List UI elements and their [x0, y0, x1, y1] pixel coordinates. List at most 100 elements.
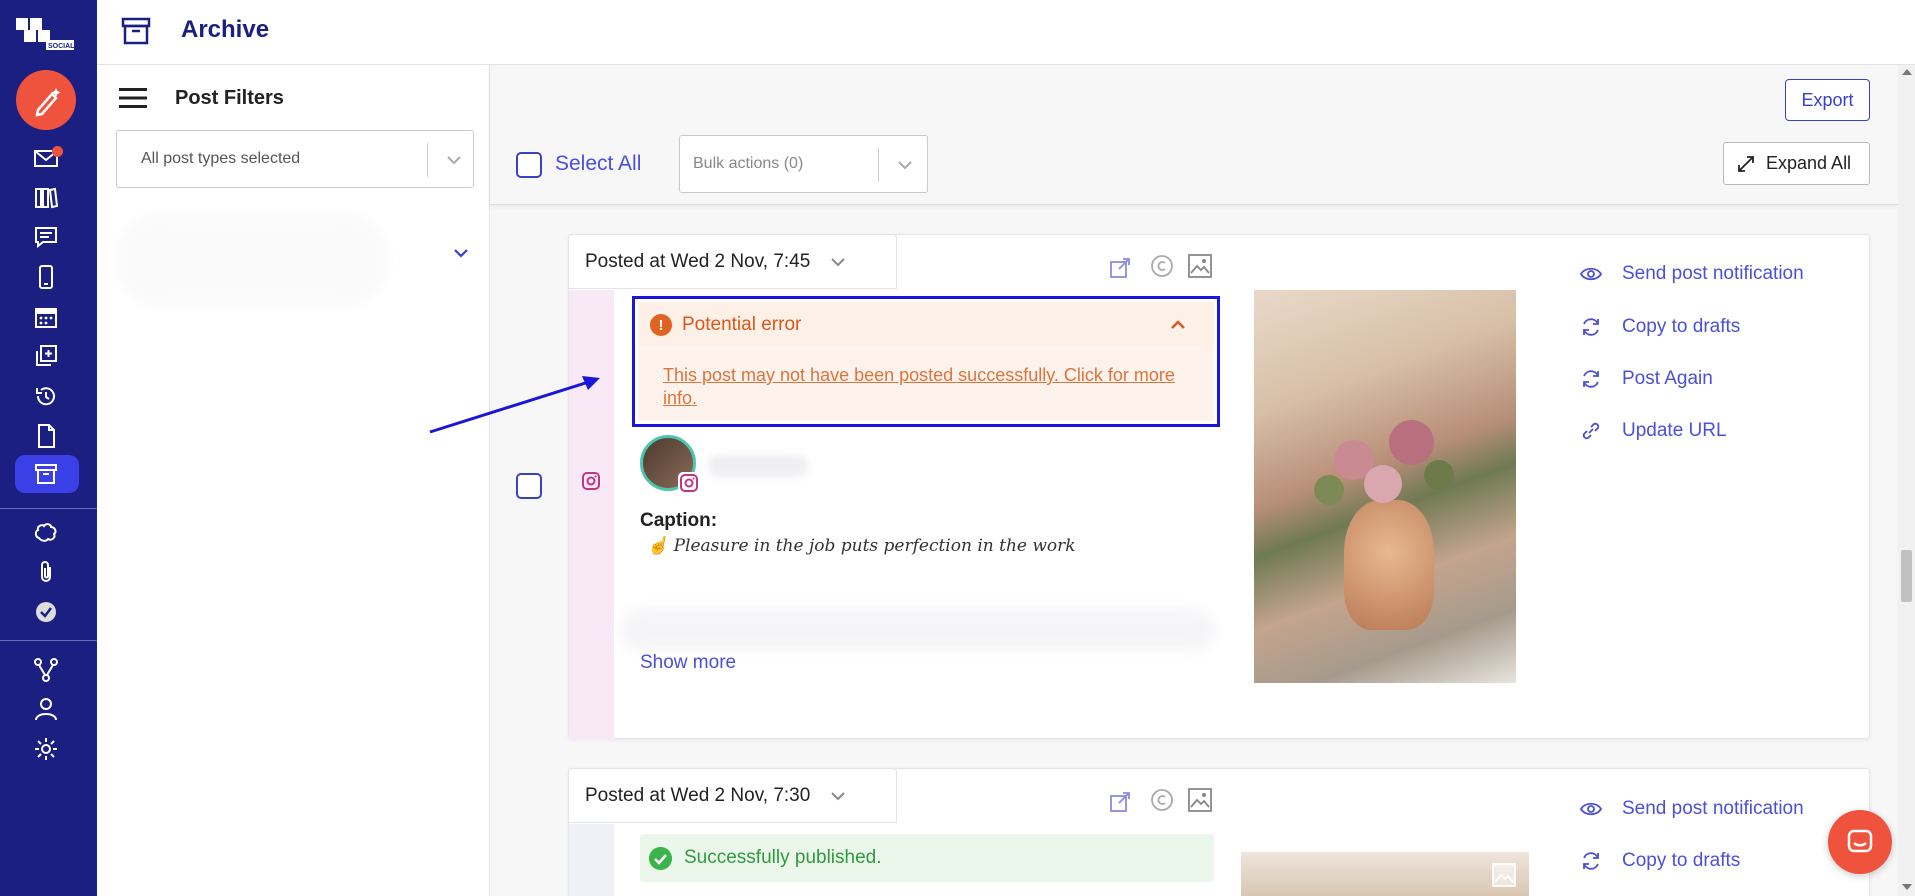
- select-all-checkbox[interactable]: [516, 152, 542, 178]
- page-title: Archive: [181, 16, 270, 43]
- update-url-action[interactable]: Update URL: [1580, 420, 1727, 442]
- brain-nav[interactable]: [28, 518, 64, 548]
- caption-text: ☝ Pleasure in the job puts perfection in…: [647, 536, 1076, 556]
- refresh-icon: [1583, 318, 1599, 336]
- chevron-down-icon: [831, 791, 846, 800]
- drafts-nav[interactable]: [28, 421, 64, 451]
- expand-all-button[interactable]: Expand All: [1723, 142, 1870, 185]
- user-nav[interactable]: [28, 694, 64, 724]
- scrollbar-thumb[interactable]: [1901, 550, 1912, 602]
- post-platform-strip: [569, 290, 614, 740]
- redacted-filter-area: [117, 215, 387, 305]
- post-image[interactable]: [1254, 290, 1516, 683]
- copyright-icon[interactable]: [1149, 253, 1175, 279]
- archive-icon: [35, 464, 57, 484]
- calendar-icon: [35, 308, 57, 328]
- copyright-icon[interactable]: [1149, 787, 1175, 813]
- check-circle-icon: [649, 847, 672, 870]
- filter-panel: Post Filters All post types selected: [97, 65, 490, 896]
- scroll-down-arrow-icon[interactable]: [1902, 884, 1912, 890]
- chevron-down-icon[interactable]: [894, 154, 916, 176]
- potential-error-alert: ! Potential error This post may not have…: [632, 296, 1220, 427]
- filter-panel-title: Post Filters: [175, 87, 284, 109]
- alert-body: This post may not have been posted succe…: [638, 346, 1214, 421]
- action-label: Send post notification: [1622, 263, 1804, 284]
- chat-support-button[interactable]: [1828, 810, 1892, 874]
- chevron-up-icon[interactable]: [1167, 314, 1189, 336]
- annotation-arrow: [429, 376, 600, 434]
- workflow-icon: [34, 658, 58, 682]
- library-nav[interactable]: [28, 183, 64, 213]
- hand-emoji-icon: ☝: [647, 536, 669, 556]
- foliage-shape: [1314, 475, 1344, 505]
- alert-title: Potential error: [682, 314, 802, 335]
- posted-at-dropdown[interactable]: Posted at Wed 2 Nov, 7:45: [568, 234, 897, 289]
- redacted-account-name: [708, 455, 808, 477]
- external-link-icon[interactable]: [1107, 789, 1133, 815]
- image-icon[interactable]: [1187, 253, 1213, 279]
- comments-icon: [35, 227, 57, 249]
- post-select-checkbox[interactable]: [516, 473, 542, 499]
- approvals-icon: [36, 602, 56, 622]
- attachments-nav[interactable]: [28, 557, 64, 587]
- hamburger-menu-icon[interactable]: [119, 87, 147, 109]
- rail-divider: [0, 508, 97, 509]
- refresh-icon: [1583, 370, 1599, 388]
- action-label: Post Again: [1622, 368, 1713, 389]
- queue-nav[interactable]: [28, 341, 64, 371]
- archive-nav[interactable]: [28, 459, 64, 489]
- select-all-label[interactable]: Select All: [555, 152, 641, 176]
- queue-icon: [36, 345, 57, 366]
- export-button[interactable]: Export: [1785, 79, 1870, 121]
- chevron-down-icon[interactable]: [443, 149, 465, 171]
- bulk-actions-select[interactable]: Bulk actions (0): [679, 135, 928, 193]
- foliage-shape: [1424, 460, 1454, 490]
- caption-label: Caption:: [640, 510, 718, 531]
- logo-icon[interactable]: SOCIAL: [16, 16, 76, 50]
- rail-divider-2: [0, 640, 97, 641]
- eye-icon: [1580, 267, 1602, 281]
- send-notification-action[interactable]: Send post notification: [1580, 263, 1804, 285]
- settings-nav[interactable]: [28, 734, 64, 764]
- image-icon[interactable]: [1491, 862, 1517, 888]
- post-image[interactable]: [1241, 852, 1529, 896]
- copy-to-drafts-action[interactable]: Copy to drafts: [1580, 316, 1740, 338]
- history-icon: [36, 387, 55, 406]
- action-label: Send post notification: [1622, 798, 1804, 819]
- show-more-link[interactable]: Show more: [640, 652, 736, 674]
- image-icon[interactable]: [1187, 787, 1213, 813]
- post-again-action[interactable]: Post Again: [1580, 368, 1713, 390]
- approvals-nav[interactable]: [28, 597, 64, 627]
- history-nav[interactable]: [28, 381, 64, 411]
- posted-at-dropdown[interactable]: Posted at Wed 2 Nov, 7:30: [568, 768, 897, 823]
- flower-shape: [1364, 465, 1402, 503]
- instagram-icon: [582, 472, 600, 490]
- mobile-nav[interactable]: [28, 262, 64, 292]
- archive-icon: [121, 17, 151, 45]
- bulk-actions-value: Bulk actions (0): [693, 155, 804, 172]
- settings-icon: [35, 738, 57, 760]
- alert-header[interactable]: ! Potential error: [638, 302, 1214, 346]
- chevron-down-icon: [831, 257, 846, 266]
- scroll-up-arrow-icon[interactable]: [1902, 69, 1912, 75]
- user-icon: [35, 698, 57, 721]
- attachments-icon: [41, 561, 51, 582]
- copy-to-drafts-action[interactable]: Copy to drafts: [1580, 850, 1740, 872]
- error-info-link[interactable]: This post may not have been posted succe…: [663, 364, 1203, 410]
- chevron-down-icon[interactable]: [450, 242, 472, 264]
- library-icon: [35, 187, 59, 209]
- svg-text:SOCIAL: SOCIAL: [48, 43, 75, 50]
- workflow-nav[interactable]: [28, 655, 64, 685]
- compose-button[interactable]: [16, 70, 76, 130]
- posted-at-label: Posted at Wed 2 Nov, 7:45: [585, 250, 811, 272]
- send-notification-action[interactable]: Send post notification: [1580, 798, 1804, 820]
- comments-nav[interactable]: [28, 222, 64, 252]
- chat-icon: [1847, 829, 1873, 853]
- post-type-select[interactable]: All post types selected: [116, 130, 474, 188]
- app-header: Archive: [97, 0, 1915, 65]
- post-type-select-value: All post types selected: [141, 150, 301, 167]
- calendar-nav[interactable]: [28, 302, 64, 332]
- external-link-icon[interactable]: [1107, 255, 1133, 281]
- scrollbar[interactable]: [1898, 65, 1915, 896]
- published-status-text: Successfully published.: [684, 847, 882, 868]
